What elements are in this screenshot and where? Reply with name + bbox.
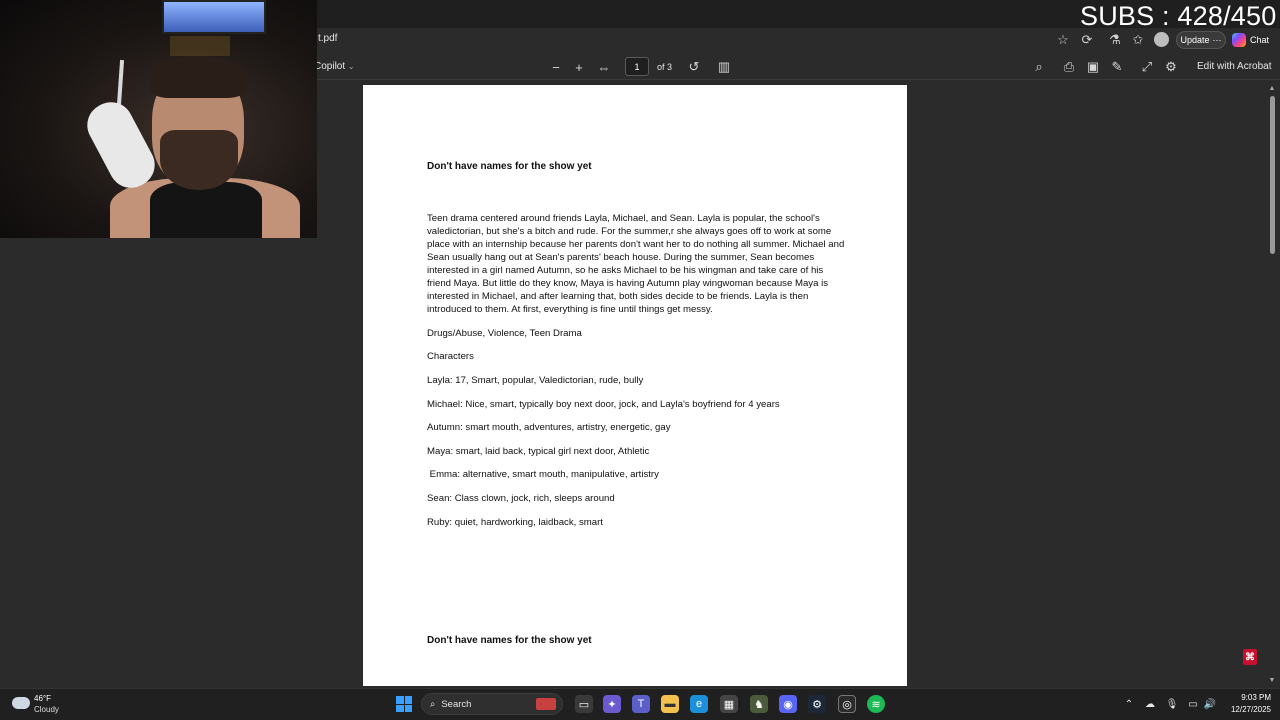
document-heading-page-2: Don't have names for the show yet: [427, 635, 592, 646]
cloud-weather-icon[interactable]: [12, 697, 30, 709]
clock-date[interactable]: 12/27/2025: [1218, 705, 1271, 714]
page-view-icon[interactable]: ▥: [714, 58, 734, 76]
acrobat-icon[interactable]: ⌘: [1243, 649, 1257, 665]
favorites-icon[interactable]: ✩: [1129, 31, 1147, 49]
fullscreen-icon[interactable]: ⤢: [1137, 58, 1157, 76]
copilot-app-icon[interactable]: ✦: [603, 695, 621, 713]
weather-description[interactable]: Cloudy: [34, 705, 59, 714]
document-heading: Don't have names for the show yet: [427, 161, 592, 172]
zoom-out-icon[interactable]: −: [546, 58, 566, 76]
chat-label: Chat: [1250, 35, 1270, 45]
fit-to-page-icon[interactable]: ⇔: [594, 58, 614, 76]
teams-icon[interactable]: T: [632, 695, 650, 713]
characters-heading: Characters: [427, 351, 474, 362]
favorite-star-icon[interactable]: ☆: [1054, 31, 1072, 49]
copilot-label: Copilot: [314, 61, 346, 72]
character-line: Michael: Nice, smart, typically boy next…: [427, 399, 780, 410]
search-label: Search: [441, 698, 472, 710]
scrollbar-thumb[interactable]: [1270, 96, 1275, 254]
obs-icon[interactable]: ◎: [838, 695, 856, 713]
microsoft-store-icon[interactable]: ▦: [720, 695, 738, 713]
webcam-background-shelf: [170, 36, 230, 56]
save-icon[interactable]: ▣: [1083, 58, 1103, 76]
character-line: Maya: smart, laid back, typical girl nex…: [427, 446, 650, 457]
edit-with-acrobat-button[interactable]: Edit with Acrobat: [1197, 61, 1271, 72]
spotify-icon[interactable]: ≋: [867, 695, 885, 713]
character-line: Emma: alternative, smart mouth, manipula…: [427, 469, 659, 480]
windows-start-icon[interactable]: [396, 696, 412, 712]
copilot-chat-button[interactable]: Chat: [1232, 31, 1274, 49]
rotate-icon[interactable]: ↺: [684, 58, 704, 76]
page-number-input[interactable]: 1: [625, 57, 649, 76]
character-line: Sean: Class clown, jock, rich, sleeps ar…: [427, 493, 615, 504]
search-icon[interactable]: ⌕: [1029, 58, 1049, 76]
microphone-icon[interactable]: 🎙: [1165, 697, 1179, 711]
browser-essentials-icon[interactable]: ⚗: [1106, 31, 1124, 49]
pdf-page: Don't have names for the show yet Teen d…: [363, 85, 907, 686]
weather-temperature[interactable]: 46°F: [34, 694, 51, 703]
webcam-overlay: [0, 0, 317, 238]
webcam-background-monitor: [162, 0, 266, 34]
synopsis-paragraph: Teen drama centered around friends Layla…: [427, 213, 845, 315]
page-total: of 3: [657, 62, 673, 72]
onedrive-cloud-icon[interactable]: ☁: [1143, 697, 1157, 711]
update-label: Update: [1180, 35, 1210, 45]
game-app-icon[interactable]: ♞: [750, 695, 768, 713]
file-explorer-icon[interactable]: ▬: [661, 695, 679, 713]
webcam-person-hair: [150, 56, 246, 98]
webcam-person-shirt: [150, 182, 262, 238]
character-line: Ruby: quiet, hardworking, laidback, smar…: [427, 517, 603, 528]
zoom-in-icon[interactable]: +: [569, 58, 589, 76]
save-as-icon[interactable]: ✎: [1107, 58, 1127, 76]
chevron-down-icon: ⌄: [347, 62, 355, 71]
settings-gear-icon[interactable]: ⚙: [1161, 58, 1181, 76]
steam-icon[interactable]: ⚙: [808, 695, 826, 713]
search-icon: ⌕: [430, 698, 436, 710]
scroll-down-arrow-icon[interactable]: ▼: [1268, 676, 1276, 684]
character-line: Autumn: smart mouth, adventures, artistr…: [427, 422, 671, 433]
update-button[interactable]: Update ⋯: [1176, 31, 1226, 49]
url-text[interactable]: t.pdf: [318, 33, 337, 44]
more-options-icon: ⋯: [1212, 34, 1222, 45]
clock-time[interactable]: 9:03 PM: [1225, 693, 1271, 702]
chevron-up-icon[interactable]: ⌃: [1122, 697, 1136, 711]
network-icon[interactable]: ▭: [1186, 697, 1200, 711]
character-line: Layla: 17, Smart, popular, Valedictorian…: [427, 375, 644, 386]
scroll-up-arrow-icon[interactable]: ▲: [1268, 84, 1276, 92]
profile-avatar[interactable]: [1154, 32, 1169, 47]
task-view-icon[interactable]: ▭: [575, 695, 593, 713]
discord-icon[interactable]: ◉: [779, 695, 797, 713]
search-highlight-icon: [536, 698, 556, 710]
subscriber-counter: SUBS : 428/450: [1080, 1, 1277, 31]
print-icon[interactable]: ⎙: [1059, 58, 1079, 76]
copilot-logo-icon: [1232, 33, 1246, 47]
genre-line: Drugs/Abuse, Violence, Teen Drama: [427, 328, 582, 339]
extensions-icon[interactable]: ⟳: [1078, 31, 1096, 49]
copilot-dropdown[interactable]: Copilot ⌄: [314, 61, 355, 72]
edge-browser-icon[interactable]: e: [690, 695, 708, 713]
webcam-person-beard: [160, 130, 238, 190]
volume-icon[interactable]: 🔊: [1203, 697, 1217, 711]
